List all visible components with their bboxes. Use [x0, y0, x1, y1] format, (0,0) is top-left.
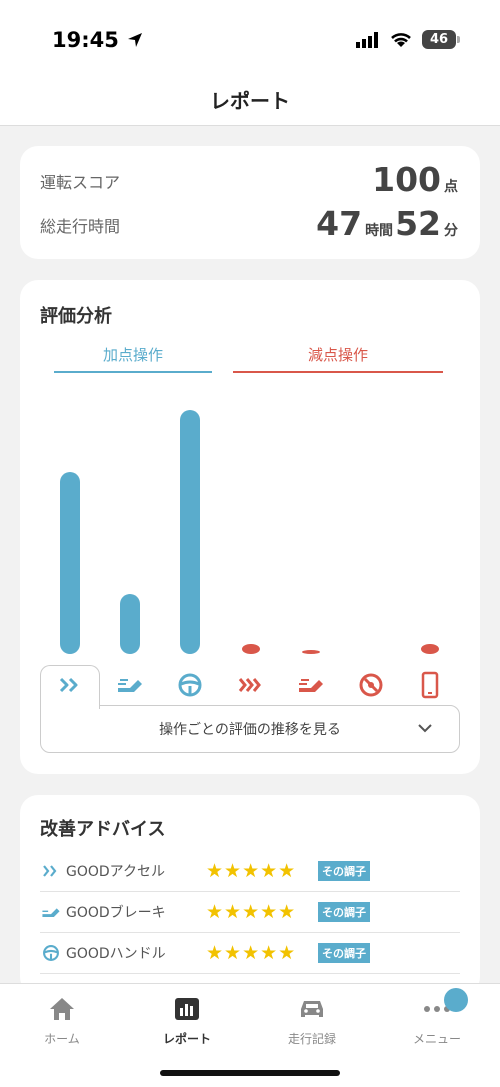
page-title: レポート: [210, 89, 290, 113]
drive-time-label: 総走行時間: [40, 217, 121, 236]
trend-toggle-label: 操作ごとの評価の推移を見る: [159, 722, 341, 738]
accelerator-icon: [40, 861, 62, 881]
bar-plus-1: [120, 594, 140, 654]
drive-time-row: 総走行時間 47 時間 52 分: [40, 204, 460, 243]
nav-label: レポート: [162, 1032, 211, 1046]
chart-icon: [137, 994, 237, 1024]
home-indicator: [160, 1070, 340, 1076]
advice-row[interactable]: GOODハンドル ★★★★★ その調子: [40, 933, 460, 974]
advice-label: GOODハンドル: [66, 946, 166, 962]
brake-icon[interactable]: [115, 671, 145, 699]
advice-row[interactable]: GOODブレーキ ★★★★★ その調子: [40, 892, 460, 933]
accelerator-icon[interactable]: [55, 671, 85, 699]
status-badge: その調子: [318, 902, 370, 922]
plus-group-label: 加点操作: [54, 344, 212, 373]
brake-icon: [40, 902, 62, 922]
status-time: 19:45: [52, 28, 144, 52]
battery-icon: 46: [422, 30, 460, 49]
bar-minus-3: [242, 643, 260, 654]
star-rating: ★★★★★: [206, 901, 297, 923]
operation-tabs: [40, 665, 460, 709]
nav-label: ホーム: [44, 1032, 80, 1046]
evaluation-bar-chart: [20, 380, 480, 660]
steering-wheel-icon: [40, 943, 62, 963]
status-bar: 19:45 46: [0, 0, 500, 74]
minus-group-label: 減点操作: [233, 344, 443, 373]
nav-item-home[interactable]: ホーム: [12, 994, 112, 1047]
analysis-card: 評価分析 加点操作 減点操作 操作ごとの評価の推移を見る: [20, 280, 480, 774]
hours-unit: 時間: [365, 223, 394, 239]
bar-plus-2: [180, 409, 200, 654]
status-badge: その調子: [318, 943, 370, 963]
advice-title: 改善アドバイス: [40, 819, 166, 840]
score-unit: 点: [444, 179, 458, 195]
steering-wheel-icon[interactable]: [175, 671, 205, 699]
nav-item-report[interactable]: レポート: [137, 994, 237, 1047]
advice-row[interactable]: GOODアクセル ★★★★★ その調子: [40, 851, 460, 892]
nav-label: 走行記録: [287, 1032, 336, 1046]
score-label: 運転スコア: [40, 173, 121, 192]
trend-toggle-button[interactable]: 操作ごとの評価の推移を見る: [40, 705, 460, 753]
bar-minus-6: [421, 643, 439, 654]
bar-plus-0: [60, 472, 80, 654]
signal-icon: [356, 31, 378, 48]
clock-text: 19:45: [52, 28, 119, 52]
harsh-brake-icon[interactable]: [296, 671, 326, 699]
star-rating: ★★★★★: [206, 860, 297, 882]
status-icons: 46: [356, 30, 460, 49]
hours-value: 47: [316, 204, 363, 243]
score-value: 100: [372, 160, 441, 199]
minutes-value: 52: [395, 204, 441, 243]
battery-level: 46: [429, 32, 449, 47]
menu-dots-icon: [387, 994, 487, 1024]
drive-time-value-group: 47 時間 52 分: [316, 204, 460, 243]
minutes-unit: 分: [444, 223, 458, 239]
smartphone-icon[interactable]: [415, 671, 445, 699]
location-arrow-icon: [128, 33, 143, 47]
home-icon: [12, 994, 112, 1024]
page-header: レポート: [0, 74, 500, 126]
wifi-icon: [391, 32, 411, 47]
chevron-down-icon: [418, 724, 432, 733]
nav-label: メニュー: [412, 1032, 461, 1046]
advice-card: 改善アドバイス GOODアクセル ★★★★★ その調子 GOODブレーキ ★★★…: [20, 795, 480, 995]
nav-item-drive-log[interactable]: 走行記録: [262, 994, 362, 1047]
harsh-accelerator-icon[interactable]: [236, 671, 266, 699]
advice-label: GOODブレーキ: [66, 905, 166, 921]
analysis-title: 評価分析: [40, 306, 112, 327]
nav-item-menu[interactable]: メニュー: [387, 994, 487, 1047]
car-icon: [262, 994, 362, 1024]
advice-label: GOODアクセル: [66, 864, 165, 880]
notification-dot: [444, 988, 468, 1012]
bar-minus-4: [302, 650, 320, 654]
status-badge: その調子: [318, 861, 370, 881]
summary-card: 運転スコア 100 点 総走行時間 47 時間 52 分: [20, 146, 480, 259]
score-row: 運転スコア 100 点: [40, 160, 460, 199]
star-rating: ★★★★★: [206, 942, 297, 964]
score-value-group: 100 点: [372, 160, 460, 199]
harsh-steering-icon[interactable]: [356, 671, 386, 699]
